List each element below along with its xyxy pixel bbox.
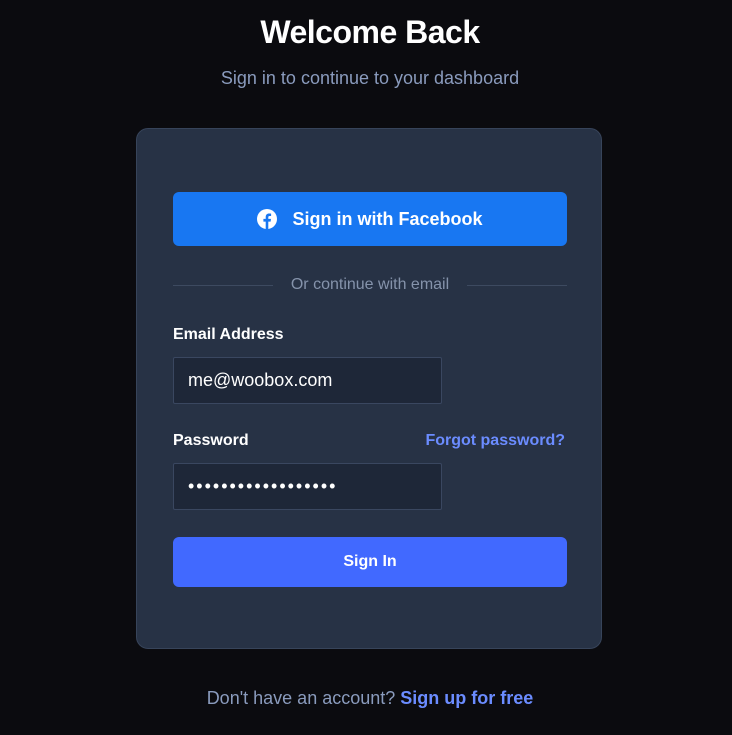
password-label: Password: [173, 432, 249, 449]
email-divider: Or continue with email: [173, 275, 568, 295]
signup-footer: Don't have an account? Sign up for free: [0, 688, 732, 709]
forgot-password-link[interactable]: Forgot password?: [425, 432, 565, 450]
password-field[interactable]: [173, 463, 442, 510]
divider-line-left: [173, 284, 273, 286]
sign-in-card: Sign in with Facebook Or continue with e…: [136, 128, 602, 649]
facebook-icon: [257, 209, 278, 229]
page-title: Welcome Back: [260, 14, 480, 50]
divider-line-right: [467, 284, 568, 286]
divider-text: Or continue with email: [290, 276, 450, 293]
signup-prompt: Don't have an account?: [206, 688, 396, 708]
page-subtitle: Sign in to continue to your dashboard: [220, 68, 520, 88]
facebook-button-label: Sign in with Facebook: [292, 208, 483, 229]
signup-link[interactable]: Sign up for free: [400, 688, 533, 708]
email-field[interactable]: [173, 357, 442, 404]
email-label: Email Address: [173, 326, 284, 343]
sign-in-page: Welcome Back Sign in to continue to your…: [0, 0, 732, 735]
sign-in-button[interactable]: Sign In: [173, 537, 567, 587]
facebook-sign-in-button[interactable]: Sign in with Facebook: [173, 192, 567, 246]
